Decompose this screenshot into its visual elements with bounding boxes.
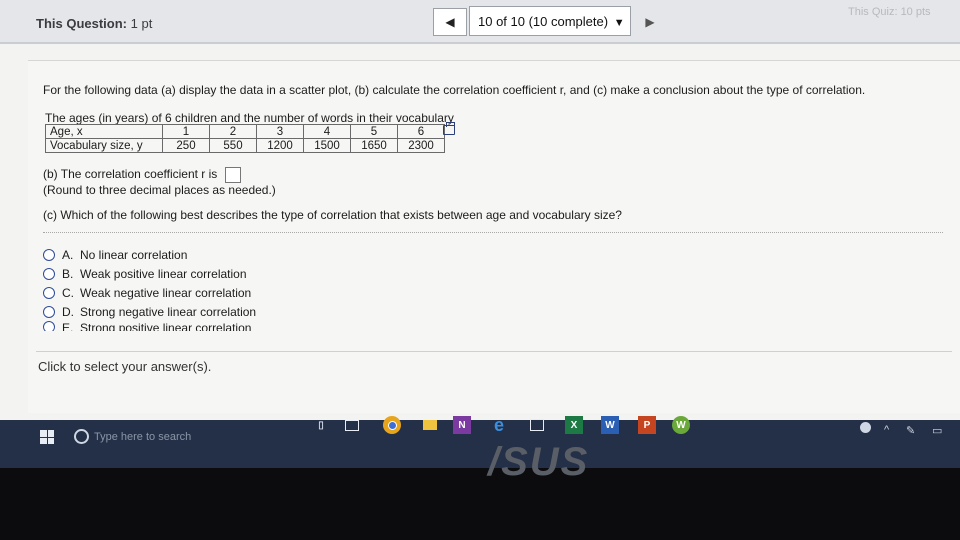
windows-taskbar: Type here to search ▯ N e X W P W ^ ✎ ▭ [0, 415, 960, 468]
chevron-down-icon: ▼ [613, 17, 625, 29]
part-c-prompt: (c) Which of the following best describe… [43, 208, 622, 222]
question-points-label: This Question: 1 pt [36, 16, 152, 31]
question-points: 1 pt [130, 16, 153, 31]
word-icon[interactable]: W [601, 416, 619, 434]
table-cell: 1 [162, 124, 210, 139]
option-e[interactable]: E. Strong positive linear correlation [43, 321, 256, 331]
previous-question-button[interactable]: ◀ [433, 8, 467, 36]
screen: This Question: 1 pt ◀ 10 of 10 (10 compl… [0, 0, 960, 468]
help-icon[interactable] [860, 414, 871, 433]
chrome-icon[interactable] [383, 416, 401, 434]
pen-icon[interactable]: ✎ [906, 424, 915, 437]
option-b[interactable]: B. Weak positive linear correlation [43, 264, 256, 283]
app-w-icon[interactable]: W [672, 416, 690, 434]
question-status-text: 10 of 10 (10 complete) [478, 14, 609, 29]
part-b-label: (b) The correlation coefficient r is [43, 167, 218, 182]
table-cell: 550 [209, 138, 257, 153]
keyboard-icon[interactable]: ▭ [932, 424, 942, 437]
radio-button[interactable] [43, 248, 55, 261]
onenote-icon[interactable]: N [453, 416, 471, 434]
search-placeholder: Type here to search [94, 431, 192, 443]
correlation-answer-input[interactable] [224, 167, 241, 183]
option-letter: D. [62, 304, 74, 319]
table-cell: 250 [162, 138, 210, 153]
option-text: Weak negative linear correlation [80, 285, 252, 300]
radio-button[interactable] [43, 267, 55, 280]
option-letter: B. [62, 266, 74, 281]
question-navigator-dropdown[interactable]: 10 of 10 (10 complete) ▼ [469, 6, 631, 36]
option-letter: E. [62, 321, 74, 331]
question-label: This Question: [36, 16, 127, 31]
radio-button[interactable] [43, 305, 55, 318]
table-cell: 1200 [256, 138, 304, 153]
powerpoint-icon[interactable]: P [638, 416, 656, 434]
row-label-vocab: Vocabulary size, y [45, 138, 163, 153]
arrow-right-icon: ▶ [645, 15, 655, 29]
question-header-bar: This Question: 1 pt ◀ 10 of 10 (10 compl… [0, 0, 960, 44]
table-caption: The ages (in years) of 6 children and th… [45, 111, 454, 125]
table-cell: 5 [350, 124, 398, 139]
question-content: For the following data (a) display the d… [28, 60, 960, 413]
option-text: No linear correlation [80, 247, 188, 262]
question-instruction: For the following data (a) display the d… [43, 83, 866, 97]
option-a[interactable]: A. No linear correlation [43, 245, 256, 264]
table-cell: 2300 [397, 138, 445, 153]
chevron-up-icon[interactable]: ^ [884, 424, 889, 436]
taskbar-search-box[interactable]: Type here to search [66, 422, 296, 452]
option-letter: C. [62, 285, 74, 300]
table-cell: 1500 [303, 138, 351, 153]
option-text: Strong positive linear correlation [80, 321, 252, 331]
option-d[interactable]: D. Strong negative linear correlation [43, 302, 256, 321]
file-explorer-icon[interactable] [421, 416, 439, 434]
rounding-note: (Round to three decimal places as needed… [43, 183, 276, 197]
windows-start-icon[interactable] [40, 430, 54, 444]
option-letter: A. [62, 247, 74, 262]
table-row: Age, x 1 2 3 4 5 6 [45, 124, 445, 139]
click-to-answer-hint: Click to select your answer(s). [38, 359, 212, 374]
copy-data-icon[interactable] [443, 122, 455, 135]
row-label-age: Age, x [45, 124, 163, 139]
option-text: Weak positive linear correlation [80, 266, 247, 281]
table-cell: 2 [209, 124, 257, 139]
task-view-icon[interactable] [343, 416, 361, 434]
part-b-prompt: (b) The correlation coefficient r is [43, 167, 241, 183]
table-cell: 4 [303, 124, 351, 139]
option-c[interactable]: C. Weak negative linear correlation [43, 283, 256, 302]
radio-button[interactable] [43, 286, 55, 299]
store-icon[interactable] [528, 416, 546, 434]
divider [36, 351, 952, 352]
answer-options: A. No linear correlation B. Weak positiv… [43, 245, 256, 331]
table-cell: 3 [256, 124, 304, 139]
asus-logo: /SUS [488, 440, 590, 484]
edge-icon[interactable]: e [490, 415, 508, 435]
cortana-icon [74, 429, 89, 444]
table-cell: 1650 [350, 138, 398, 153]
data-table: Age, x 1 2 3 4 5 6 Vocabulary size, y 25… [45, 124, 445, 153]
divider [43, 232, 943, 233]
option-text: Strong negative linear correlation [80, 304, 257, 319]
radio-button[interactable] [43, 321, 55, 331]
table-cell: 6 [397, 124, 445, 139]
arrow-left-icon: ◀ [445, 15, 455, 29]
table-row: Vocabulary size, y 250 550 1200 1500 165… [45, 138, 445, 153]
mic-icon[interactable]: ▯ [312, 416, 330, 434]
excel-icon[interactable]: X [565, 416, 583, 434]
next-question-button[interactable]: ▶ [633, 8, 667, 36]
quiz-points-label: This Quiz: 10 pts [848, 6, 931, 18]
